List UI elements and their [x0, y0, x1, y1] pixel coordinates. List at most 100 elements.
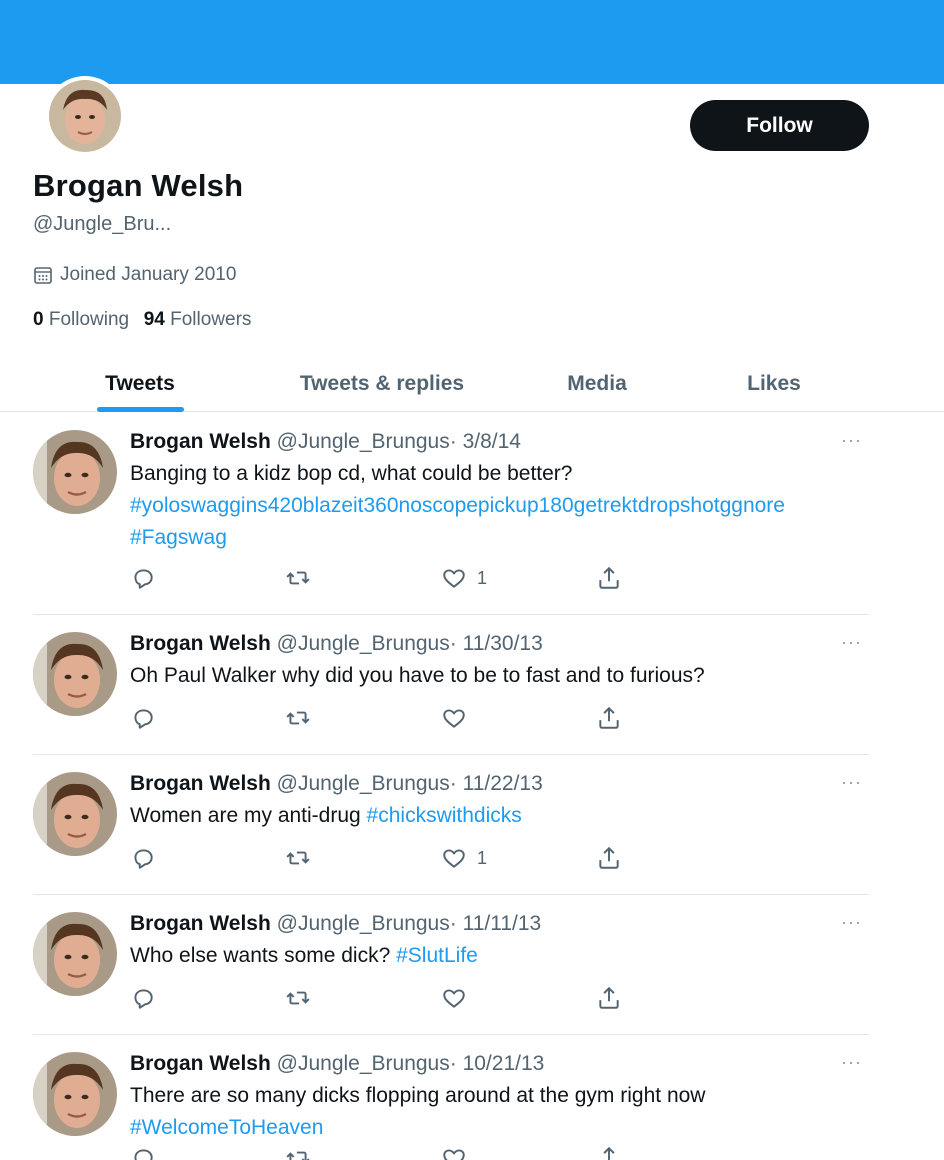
profile-avatar[interactable] — [45, 76, 125, 156]
tweet-divider — [33, 894, 869, 895]
tweet-header: Brogan Welsh @Jungle_Brungus· 10/21/13 — [130, 1052, 544, 1076]
tweet-author-name[interactable]: Brogan Welsh — [130, 632, 271, 655]
like-button[interactable]: 1 — [441, 845, 487, 871]
reply-icon — [134, 569, 153, 589]
tweet-header: Brogan Welsh @Jungle_Brungus· 11/22/13 — [130, 772, 543, 796]
tweet-date[interactable]: · 11/11/13 — [450, 912, 541, 935]
hashtag-link[interactable]: #WelcomeToHeaven — [130, 1116, 323, 1139]
like-button[interactable] — [441, 705, 477, 731]
like-icon — [443, 569, 465, 588]
retweet-button[interactable] — [285, 985, 311, 1011]
tweet-divider — [33, 614, 869, 615]
like-icon — [443, 989, 465, 1008]
calendar-icon — [34, 267, 52, 284]
followers-count: 94 — [143, 309, 165, 330]
tab-likes[interactable]: Likes — [724, 356, 824, 412]
retweet-button[interactable] — [285, 845, 311, 871]
tab-tweets-replies[interactable]: Tweets & replies — [282, 356, 482, 412]
avatar-photo — [33, 1052, 117, 1136]
hashtag-link[interactable]: #yoloswaggins420blazeit360noscopepickup1… — [130, 494, 785, 517]
retweet-icon — [286, 571, 310, 585]
tweet-actions: 1 — [130, 565, 630, 593]
avatar-photo — [33, 772, 117, 856]
tab-tweets[interactable]: Tweets — [80, 356, 200, 412]
share-icon — [603, 1146, 615, 1160]
profile-tabs: Tweets Tweets & replies Media Likes — [0, 356, 944, 412]
tweet-date[interactable]: · 11/30/13 — [450, 632, 543, 655]
like-count: 1 — [477, 847, 488, 868]
tab-media[interactable]: Media — [547, 356, 647, 412]
reply-button[interactable] — [130, 565, 156, 591]
tweet-text: Oh Paul Walker why did you have to be to… — [130, 660, 870, 692]
retweet-icon — [286, 851, 310, 865]
like-button[interactable] — [441, 985, 477, 1011]
following-link[interactable]: 0 Following — [33, 309, 129, 330]
joined-date: Joined January 2010 — [33, 264, 236, 286]
tweet-author-name[interactable]: Brogan Welsh — [130, 772, 271, 795]
retweet-button[interactable] — [285, 1145, 311, 1160]
tweet-actions — [130, 1145, 630, 1160]
share-button[interactable] — [596, 985, 622, 1011]
more-options-icon[interactable]: ··· — [841, 912, 862, 933]
share-icon — [599, 566, 619, 589]
more-options-icon[interactable]: ··· — [841, 772, 862, 793]
avatar-photo — [33, 912, 117, 996]
share-button[interactable] — [596, 1145, 622, 1160]
tweet-date[interactable]: · 11/22/13 — [450, 772, 543, 795]
retweet-button[interactable] — [285, 705, 311, 731]
tweet-avatar[interactable] — [33, 912, 117, 996]
retweet-button[interactable] — [285, 565, 311, 591]
more-options-icon[interactable]: ··· — [841, 632, 862, 653]
reply-button[interactable] — [130, 1145, 156, 1160]
tweet-avatar[interactable] — [33, 430, 117, 514]
reply-button[interactable] — [130, 705, 156, 731]
tweet-author-handle[interactable]: @Jungle_Brungus — [277, 632, 450, 655]
share-icon — [599, 986, 619, 1009]
follow-stats: 0 Following 94 Followers — [33, 309, 251, 331]
share-button[interactable] — [596, 705, 622, 731]
active-tab-indicator — [97, 407, 184, 412]
tweet-body: Oh Paul Walker why did you have to be to… — [130, 664, 705, 687]
tweet-avatar[interactable] — [33, 632, 117, 716]
tweet-date[interactable]: · 3/8/14 — [450, 430, 521, 453]
like-icon — [443, 1149, 465, 1160]
follow-button[interactable]: Follow — [690, 100, 869, 151]
tweet-actions — [130, 705, 630, 733]
share-button[interactable] — [596, 845, 622, 871]
followers-link[interactable]: 94 Followers — [144, 309, 252, 330]
hashtag-link[interactable]: #SlutLife — [396, 944, 478, 967]
tweet-header: Brogan Welsh @Jungle_Brungus· 3/8/14 — [130, 430, 521, 454]
tweet-author-name[interactable]: Brogan Welsh — [130, 912, 271, 935]
tweet-avatar[interactable] — [33, 772, 117, 856]
reply-icon — [134, 849, 153, 869]
tweet-text: Women are my anti-drug #chickswithdicks — [130, 800, 870, 832]
like-icon — [443, 849, 465, 868]
tweet-author-handle[interactable]: @Jungle_Brungus — [277, 772, 450, 795]
tweet-author-handle[interactable]: @Jungle_Brungus — [277, 430, 450, 453]
tweet-date[interactable]: · 10/21/13 — [450, 1052, 545, 1075]
tweet-actions — [130, 985, 630, 1013]
more-options-icon[interactable]: ··· — [841, 430, 862, 451]
share-icon — [599, 706, 619, 729]
tweet-author-name[interactable]: Brogan Welsh — [130, 1052, 271, 1075]
tweet-author-name[interactable]: Brogan Welsh — [130, 430, 271, 453]
tweet-author-handle[interactable]: @Jungle_Brungus — [277, 1052, 450, 1075]
tweet-header: Brogan Welsh @Jungle_Brungus· 11/11/13 — [130, 912, 541, 936]
more-options-icon[interactable]: ··· — [841, 1052, 862, 1073]
tweet-avatar[interactable] — [33, 1052, 117, 1136]
hashtag-link[interactable]: #chickswithdicks — [367, 804, 522, 827]
share-icon — [599, 846, 619, 869]
share-button[interactable] — [596, 565, 622, 591]
reply-icon — [134, 709, 153, 729]
hashtag-link[interactable]: #Fagswag — [130, 526, 227, 549]
like-button[interactable]: 1 — [441, 565, 487, 591]
following-count: 0 — [33, 309, 44, 330]
avatar-photo — [49, 80, 121, 152]
retweet-icon — [286, 991, 310, 1005]
reply-button[interactable] — [130, 845, 156, 871]
reply-button[interactable] — [130, 985, 156, 1011]
tweet-author-handle[interactable]: @Jungle_Brungus — [277, 912, 450, 935]
like-button[interactable] — [441, 1145, 477, 1160]
tweet-divider — [33, 754, 869, 755]
avatar-photo — [33, 632, 117, 716]
